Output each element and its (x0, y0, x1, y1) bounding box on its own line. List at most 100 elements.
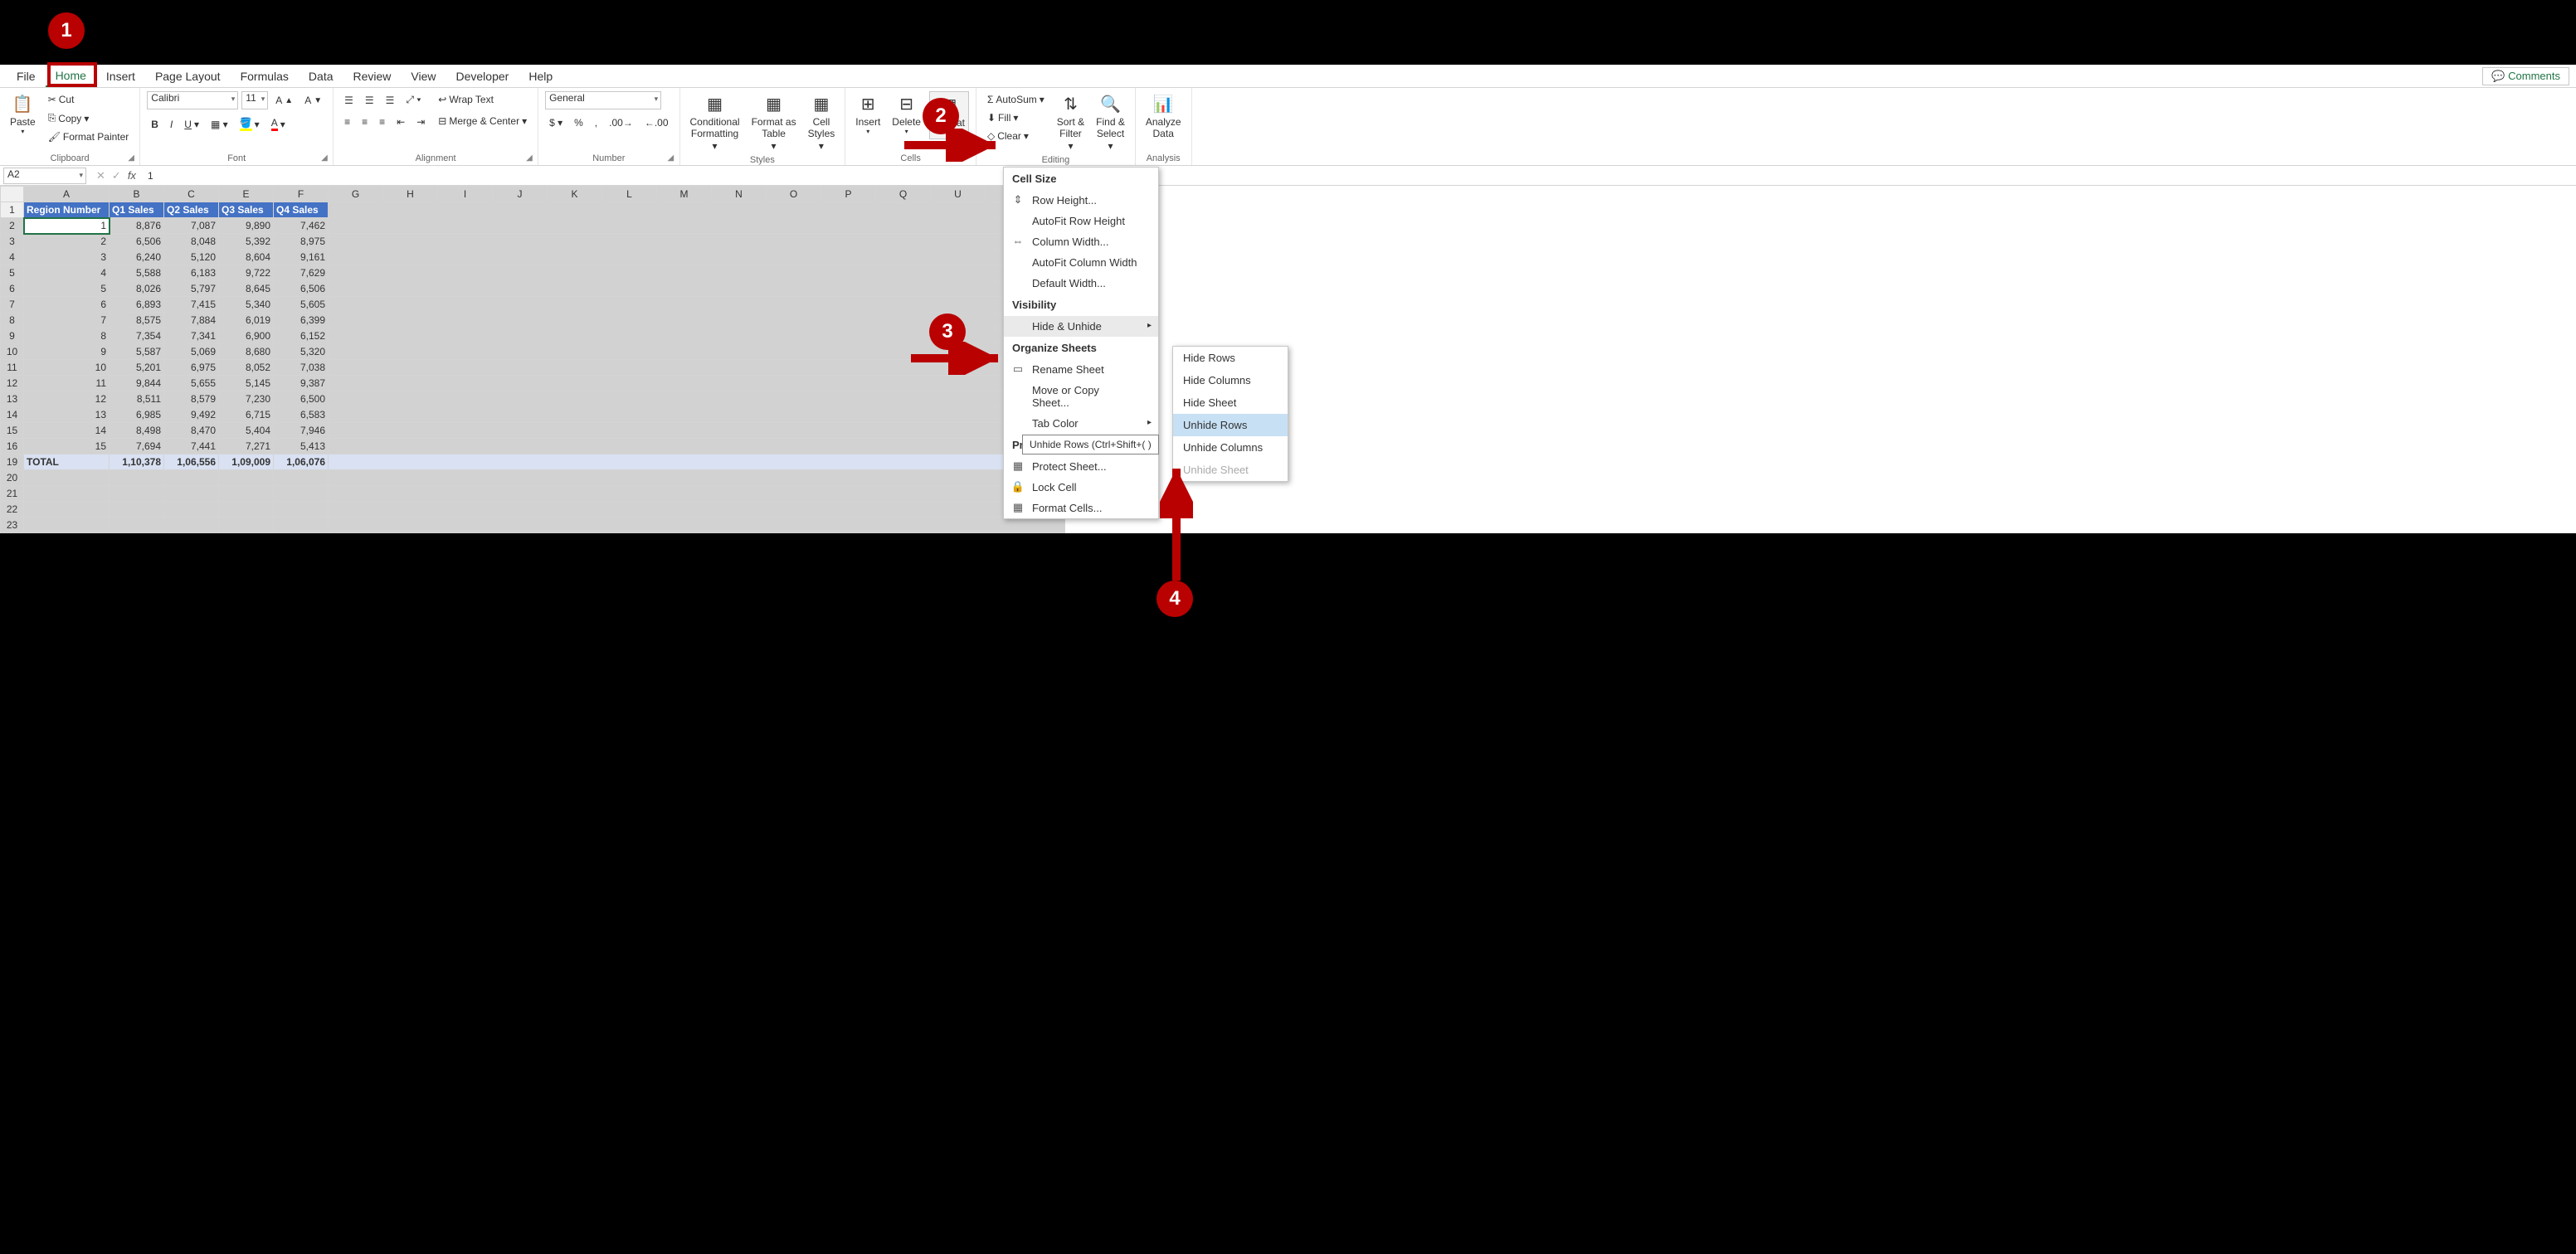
cell[interactable]: 7,087 (164, 218, 219, 234)
cell[interactable]: 5,201 (110, 360, 164, 376)
col-header[interactable]: J (493, 187, 548, 202)
cell[interactable] (329, 297, 1065, 313)
comments-button[interactable]: 💬 Comments (2482, 67, 2569, 85)
row-header[interactable]: 4 (1, 250, 24, 265)
name-box[interactable]: A2 (3, 168, 86, 184)
cell[interactable] (329, 250, 1065, 265)
cell[interactable]: 8,052 (219, 360, 274, 376)
submenu-unhide-columns[interactable]: Unhide Columns (1173, 436, 1288, 459)
cell[interactable] (164, 486, 219, 502)
cell[interactable] (164, 518, 219, 533)
cell[interactable]: 8,876 (110, 218, 164, 234)
row-header[interactable]: 6 (1, 281, 24, 297)
row-header[interactable]: 19 (1, 454, 24, 470)
cell[interactable]: 7,415 (164, 297, 219, 313)
align-right-button[interactable]: ≡ (375, 114, 389, 130)
cell[interactable]: 8,680 (219, 344, 274, 360)
cell[interactable] (219, 470, 274, 486)
cell[interactable]: 7,441 (164, 439, 219, 454)
menu-format-cells[interactable]: ▦Format Cells... (1004, 498, 1158, 518)
submenu-unhide-rows[interactable]: Unhide Rows (1173, 414, 1288, 436)
submenu-hide-sheet[interactable]: Hide Sheet (1173, 391, 1288, 414)
cell[interactable]: 1,10,378 (110, 454, 164, 470)
tab-page-layout[interactable]: Page Layout (145, 66, 231, 86)
align-middle-button[interactable]: ☰ (361, 92, 378, 109)
cell[interactable]: 5,340 (219, 297, 274, 313)
row-header[interactable]: 20 (1, 470, 24, 486)
cell[interactable]: 5,655 (164, 376, 219, 391)
cell[interactable]: 10 (24, 360, 110, 376)
tab-view[interactable]: View (401, 66, 446, 86)
find-select-button[interactable]: 🔍Find & Select ▾ (1093, 91, 1128, 153)
number-launcher[interactable]: ◢ (668, 153, 678, 163)
col-header[interactable]: F (274, 187, 329, 202)
menu-hide-unhide[interactable]: Hide & Unhide▸ (1004, 316, 1158, 337)
cell[interactable]: 13 (24, 407, 110, 423)
col-header[interactable]: K (548, 187, 602, 202)
cell[interactable]: 6,240 (110, 250, 164, 265)
cell[interactable]: 8,498 (110, 423, 164, 439)
cell[interactable]: 6,985 (110, 407, 164, 423)
enter-icon[interactable]: ✓ (112, 169, 121, 182)
cell[interactable] (329, 486, 1065, 502)
cell[interactable] (329, 407, 1065, 423)
underline-button[interactable]: U ▾ (180, 116, 203, 133)
menu-row-height[interactable]: ⇕Row Height... (1004, 190, 1158, 211)
cell[interactable]: 8,511 (110, 391, 164, 407)
insert-cells-button[interactable]: ⊞Insert▾ (852, 91, 884, 138)
decrease-indent-button[interactable]: ⇤ (392, 114, 409, 130)
cell[interactable] (329, 502, 1065, 518)
cell[interactable]: 7,884 (164, 313, 219, 328)
conditional-formatting-button[interactable]: ▦Conditional Formatting ▾ (687, 91, 743, 153)
cell[interactable]: 6,900 (219, 328, 274, 344)
cell[interactable] (24, 518, 110, 533)
cell[interactable]: 4 (24, 265, 110, 281)
increase-indent-button[interactable]: ⇥ (412, 114, 429, 130)
bold-button[interactable]: B (147, 116, 163, 133)
cell[interactable]: 5,120 (164, 250, 219, 265)
cell[interactable]: 5,320 (274, 344, 329, 360)
cell[interactable]: 8,604 (219, 250, 274, 265)
cell[interactable]: 6,975 (164, 360, 219, 376)
cell[interactable] (329, 218, 1065, 234)
cell[interactable] (329, 202, 1065, 218)
cell[interactable]: 7,271 (219, 439, 274, 454)
cell[interactable] (329, 234, 1065, 250)
cell[interactable]: 3 (24, 250, 110, 265)
cell[interactable] (219, 518, 274, 533)
col-header[interactable]: G (329, 187, 383, 202)
menu-autofit-col[interactable]: AutoFit Column Width (1004, 252, 1158, 273)
decrease-font-button[interactable]: A▼ (300, 92, 326, 109)
row-header[interactable]: 9 (1, 328, 24, 344)
cell[interactable]: 5,588 (110, 265, 164, 281)
row-header[interactable]: 14 (1, 407, 24, 423)
cell[interactable]: 15 (24, 439, 110, 454)
cell[interactable]: 5 (24, 281, 110, 297)
borders-button[interactable]: ▦ ▾ (207, 116, 232, 133)
cell[interactable]: 7 (24, 313, 110, 328)
cell[interactable]: 14 (24, 423, 110, 439)
row-header[interactable]: 22 (1, 502, 24, 518)
tab-data[interactable]: Data (299, 66, 343, 86)
alignment-launcher[interactable]: ◢ (526, 153, 536, 163)
tab-file[interactable]: File (7, 66, 46, 86)
copy-button[interactable]: ⎘Copy ▾ (44, 109, 134, 127)
row-header[interactable]: 10 (1, 344, 24, 360)
cell[interactable]: 1 (24, 218, 110, 234)
font-launcher[interactable]: ◢ (321, 153, 331, 163)
col-header[interactable]: E (219, 187, 274, 202)
cell[interactable]: 5,587 (110, 344, 164, 360)
cell[interactable] (329, 518, 1065, 533)
col-header[interactable]: B (110, 187, 164, 202)
menu-autofit-row[interactable]: AutoFit Row Height (1004, 211, 1158, 231)
col-header[interactable]: U (931, 187, 986, 202)
autosum-button[interactable]: Σ AutoSum ▾ (983, 91, 1049, 108)
cell[interactable]: 6,399 (274, 313, 329, 328)
cell[interactable]: 6,019 (219, 313, 274, 328)
cell[interactable]: 2 (24, 234, 110, 250)
row-header[interactable]: 13 (1, 391, 24, 407)
col-header[interactable]: L (602, 187, 657, 202)
cell[interactable] (329, 376, 1065, 391)
cancel-icon[interactable]: ✕ (96, 169, 105, 182)
menu-rename-sheet[interactable]: ▭Rename Sheet (1004, 359, 1158, 380)
